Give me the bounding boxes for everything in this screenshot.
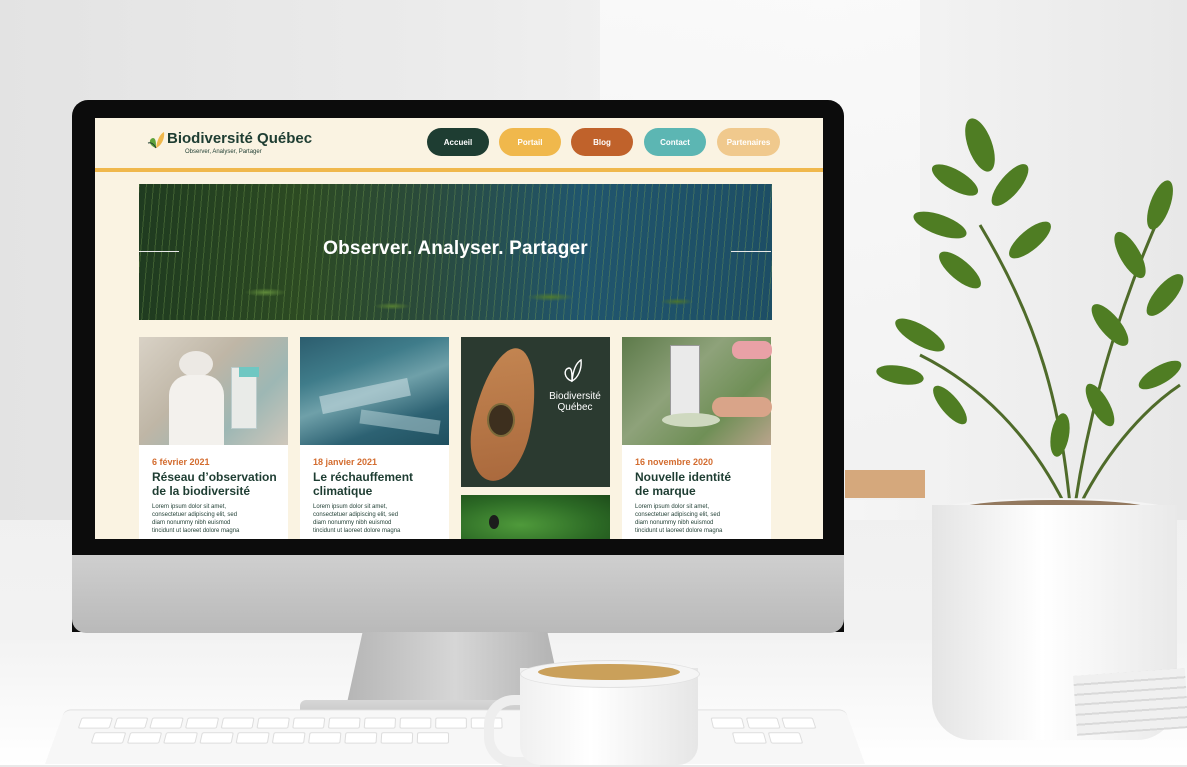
card-excerpt-line-3: diam nonummy nibh euismod [635,520,714,526]
card-excerpt-line-1: Lorem ipsum dolor sit amet, [313,504,388,510]
card-image-lab [139,337,288,445]
keyboard-key [77,717,113,729]
nav-blog-button[interactable]: Blog [571,128,633,156]
card-excerpt-line-2: consectetuer adipiscing elit, sed [313,512,399,518]
site-tagline: Observer, Analyser, Partager [185,149,262,155]
nav-portail-button[interactable]: Portail [499,128,561,156]
card-excerpt-line-2: consectetuer adipiscing elit, sed [635,512,721,518]
keyboard-key [149,717,184,729]
insect-icon [489,515,499,529]
coffee [538,664,680,680]
site-header: Biodiversité Québec Observer, Analyser, … [95,118,823,172]
keyboard-key [745,717,781,729]
keyboard-key [235,732,270,744]
keyboard-key [308,732,342,744]
card-image-microscope [622,337,772,445]
nav-partenaires-button[interactable]: Partenaires [717,128,780,156]
keyboard-key [380,732,414,744]
card-excerpt-line-4: tincidunt ut laoreet dolore magna [313,528,401,534]
hero-title: Observer. Analyser. Partager [323,238,588,259]
card-date: 16 novembre 2020 [635,457,714,467]
keyboard-key [256,717,290,729]
news-card[interactable]: 6 février 2021 Réseau d’observation de l… [139,337,288,539]
keyboard-key [113,717,149,729]
card-image-ice [300,337,449,445]
card-excerpt-line-4: tincidunt ut laoreet dolore magna [635,528,723,534]
keyboard-key [731,732,768,744]
news-card[interactable]: 16 novembre 2020 Nouvelle identité de ma… [622,337,772,539]
card-title-line-2[interactable]: de la biodiversité [152,484,282,498]
beetle-icon [487,403,515,437]
card-excerpt-line-1: Lorem ipsum dolor sit amet, [152,504,227,510]
scientist-coat [169,375,224,445]
keyboard-key [327,717,361,729]
keyboard-key [344,732,378,744]
card-excerpt-line-4: tincidunt ut laoreet dolore magna [152,528,240,534]
nav-accueil-button[interactable]: Accueil [427,128,489,156]
keyboard-key [126,732,163,744]
sleeve [732,341,772,359]
site-title[interactable]: Biodiversité Québec [167,130,312,147]
card-date: 18 janvier 2021 [313,457,378,467]
microscope [670,345,700,417]
hero-banner: Observer. Analyser. Partager [139,184,772,320]
card-title-line-1[interactable]: Réseau d’observation [152,470,282,484]
keyboard-key [767,732,804,744]
leaf-image-tile[interactable] [461,495,610,539]
plant-leaves-icon [876,118,1184,506]
keyboard-key [416,732,450,744]
brand-image-tile[interactable]: Biodiversité Québec [461,337,610,487]
card-date: 6 février 2021 [152,457,210,467]
hero-lily-pads [139,274,772,320]
card-title-line-2[interactable]: de marque [635,484,765,498]
card-title-line-1[interactable]: Le réchauffement [313,470,443,484]
keyboard-key [710,717,745,729]
keyboard-key [363,717,397,729]
keyboard-key [292,717,326,729]
card-title-line-2[interactable]: climatique [313,484,443,498]
card-excerpt-line-3: diam nonummy nibh euismod [313,520,392,526]
card-excerpt-line-2: consectetuer adipiscing elit, sed [152,512,238,518]
keyboard-key [781,717,817,729]
keyboard-key [184,717,220,729]
ice-floe [359,409,441,435]
card-excerpt-line-3: diam nonummy nibh euismod [152,520,231,526]
keyboard-key [199,732,234,744]
petri-dish [662,413,720,427]
keyboard-key [271,732,306,744]
scientist-cap [179,351,213,377]
hand [712,397,772,417]
nav-contact-button[interactable]: Contact [644,128,706,156]
microscope-accent [239,367,259,377]
keyboard-key [220,717,255,729]
keyboard-key [163,732,198,744]
ice-floe [319,377,411,415]
keyboard [45,710,865,764]
card-title-line-1[interactable]: Nouvelle identité [635,470,765,484]
stacked-books [1073,668,1187,736]
butterfly-logo-icon [147,132,165,149]
brand-logo-text-line-1: Biodiversité [549,391,601,402]
keyboard-key [435,717,467,729]
keyboard-key [399,717,432,729]
brand-logo-text-line-2: Québec [557,402,593,413]
butterfly-logo-icon [564,358,582,383]
card-excerpt-line-1: Lorem ipsum dolor sit amet, [635,504,710,510]
monitor-chin [72,555,844,633]
website-screen: Biodiversité Québec Observer, Analyser, … [95,118,823,539]
news-card[interactable]: 18 janvier 2021 Le réchauffement climati… [300,337,449,539]
keyboard-key [90,732,127,744]
